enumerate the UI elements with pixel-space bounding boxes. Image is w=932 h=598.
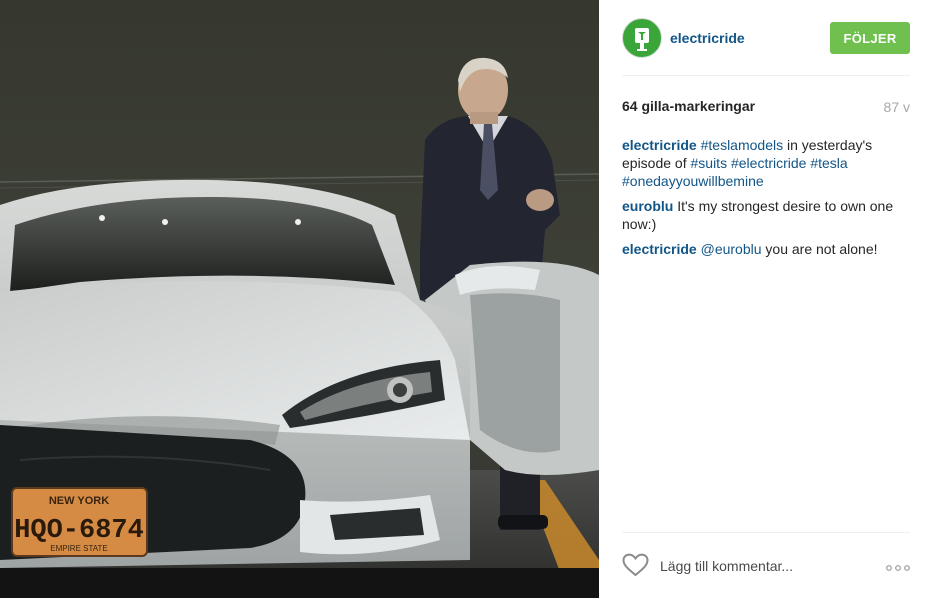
comment-input[interactable] [660, 555, 880, 577]
hashtag-link[interactable]: #tesla [810, 155, 847, 171]
hashtag-link[interactable]: #onedayyouwillbemine [622, 173, 764, 189]
avatar[interactable] [622, 18, 662, 58]
hashtag-link[interactable]: #electricride [731, 155, 806, 171]
comment-username[interactable]: electricride [622, 241, 697, 257]
post-footer [622, 532, 910, 598]
comments-list: electricride #teslamodels in yesterday's… [622, 136, 912, 265]
photo-image: NEW YORK HQO-6874 EMPIRE STATE [0, 0, 599, 598]
more-options-icon[interactable] [886, 563, 910, 573]
comment-username[interactable]: electricride [622, 137, 697, 153]
post-header: electricride FÖLJER [622, 18, 910, 76]
tesla-logo-icon [635, 28, 649, 51]
svg-text:EMPIRE STATE: EMPIRE STATE [50, 544, 108, 553]
heart-icon[interactable] [622, 553, 649, 577]
hashtag-link[interactable]: #suits [691, 155, 728, 171]
post-meta: 64 gilla-markeringar 87 v [622, 98, 910, 118]
comment-item: electricride #teslamodels in yesterday's… [622, 136, 912, 190]
comment-username[interactable]: euroblu [622, 198, 673, 214]
username-link[interactable]: electricride [670, 30, 745, 46]
svg-text:HQO-6874: HQO-6874 [14, 516, 144, 546]
comment-item: electricride @euroblu you are not alone! [622, 240, 912, 258]
hashtag-link[interactable]: #teslamodels [701, 137, 784, 153]
likes-count[interactable]: 64 gilla-markeringar [622, 98, 755, 114]
comment-item: euroblu It's my strongest desire to own … [622, 197, 912, 233]
post-photo[interactable]: NEW YORK HQO-6874 EMPIRE STATE [0, 0, 599, 598]
hashtag-link[interactable]: @euroblu [701, 241, 762, 257]
comment-text: you are not alone! [761, 241, 878, 257]
post-panel: electricride FÖLJER 64 gilla-markeringar… [599, 0, 932, 598]
svg-text:NEW YORK: NEW YORK [49, 495, 109, 507]
follow-button[interactable]: FÖLJER [830, 22, 910, 54]
post-time[interactable]: 87 v [884, 99, 910, 115]
